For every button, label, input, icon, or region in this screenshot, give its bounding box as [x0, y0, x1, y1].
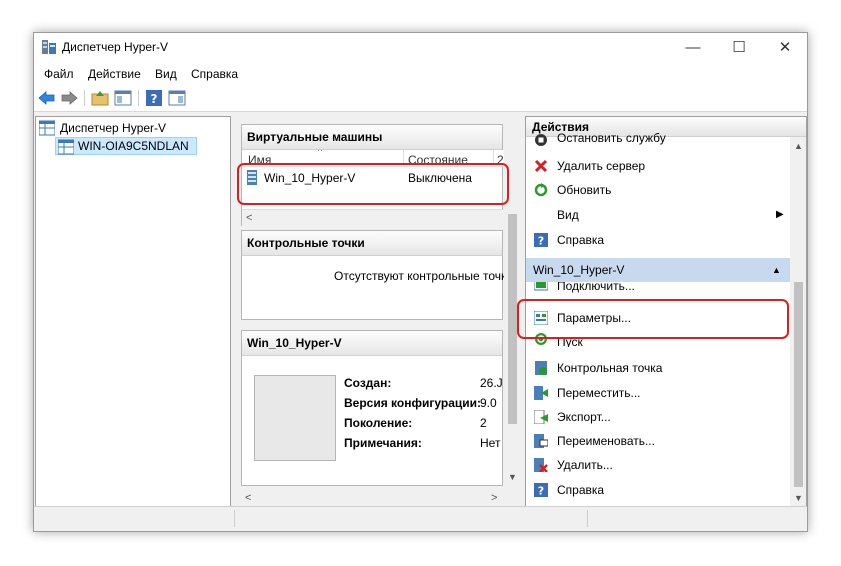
toolbar: ?	[34, 85, 807, 112]
delete-x-icon	[534, 159, 548, 173]
detail-value-created: 26.J	[480, 376, 503, 390]
hyperv-app-icon	[42, 40, 56, 54]
detail-key-config-version: Версия конфигурации:	[344, 396, 482, 410]
action-label: Переименовать...	[557, 434, 655, 448]
details-section-title: Win_10_Hyper-V	[242, 331, 502, 356]
detail-key-created: Создан:	[344, 376, 392, 390]
title-bar: Диспетчер Hyper-V — ☐ ✕	[34, 33, 807, 63]
action-help-server[interactable]: ? Справка	[526, 228, 791, 252]
action-label: Остановить службу	[557, 133, 666, 145]
svg-text:?: ?	[538, 235, 544, 248]
rename-icon	[534, 434, 548, 448]
refresh-icon	[534, 183, 548, 197]
action-label: Контрольная точка	[557, 361, 663, 375]
connect-icon	[534, 282, 548, 291]
menu-bar: Файл Действие Вид Справка	[34, 63, 807, 85]
submenu-arrow-icon: ▶	[776, 209, 784, 220]
center-horizontal-scrollbar[interactable]: < >	[241, 490, 503, 506]
hyperv-window: Диспетчер Hyper-V — ☐ ✕ Файл Действие Ви…	[33, 32, 808, 532]
action-label: Обновить	[557, 183, 612, 197]
action-stop-service[interactable]: Остановить службу	[526, 133, 791, 151]
action-label: Переместить...	[557, 386, 641, 400]
detail-key-notes: Примечания:	[344, 436, 422, 450]
close-button[interactable]: ✕	[762, 33, 808, 63]
vm-group-title: Win_10_Hyper-V	[533, 263, 625, 277]
folder-up-icon[interactable]	[91, 89, 109, 107]
action-checkpoint[interactable]: Контрольная точка	[526, 356, 791, 380]
action-delete-vm[interactable]: Удалить...	[526, 453, 791, 477]
action-delete-server[interactable]: Удалить сервер	[526, 154, 791, 178]
menu-file[interactable]: Файл	[44, 67, 74, 81]
tree-server-label: WIN-OIA9C5NDLAN	[78, 139, 189, 153]
actions-vertical-scrollbar[interactable]: ▲ ▼	[790, 137, 806, 508]
scroll-down-icon[interactable]: ▼	[508, 472, 517, 482]
export-icon	[534, 410, 548, 424]
center-scroll-thumb[interactable]	[508, 214, 517, 424]
action-rename[interactable]: Переименовать...	[526, 429, 791, 453]
action-move[interactable]: Переместить...	[526, 381, 791, 405]
scroll-left-icon[interactable]: <	[246, 212, 252, 224]
action-label: Экспорт...	[557, 410, 611, 424]
detail-key-generation: Поколение:	[344, 416, 413, 430]
vm-actions-group-header[interactable]: Win_10_Hyper-V ▲	[526, 258, 791, 282]
svg-text:?: ?	[538, 485, 544, 498]
detail-value-config-version: 9.0	[480, 396, 497, 410]
vm-row-highlight	[237, 163, 509, 205]
minimize-button[interactable]: —	[670, 33, 716, 63]
action-label: Справка	[557, 233, 605, 247]
action-view[interactable]: Вид ▶	[526, 203, 791, 227]
actions-scroll-thumb[interactable]	[794, 282, 803, 487]
navigation-tree-pane: Диспетчер Hyper-V WIN-OIA9C5NDLAN	[35, 116, 231, 509]
action-refresh[interactable]: Обновить	[526, 178, 791, 202]
action-export[interactable]: Экспорт...	[526, 405, 791, 429]
show-action-pane-icon[interactable]	[168, 89, 186, 107]
action-label: Вид	[557, 208, 579, 222]
checkpoints-empty-text: Отсутствуют контрольные точки	[334, 269, 513, 283]
show-tree-icon[interactable]	[114, 89, 132, 107]
delete-vm-icon	[534, 458, 548, 472]
sort-ascending-icon: ^	[318, 150, 323, 156]
detail-value-notes: Нет	[480, 436, 501, 450]
move-icon	[534, 386, 548, 400]
vm-horizontal-scrollbar[interactable]: <	[242, 209, 504, 226]
stop-service-icon	[535, 134, 547, 146]
svg-text:?: ?	[151, 92, 158, 106]
back-arrow-icon[interactable]	[38, 89, 56, 107]
menu-help[interactable]: Справка	[191, 67, 238, 81]
scroll-up-icon[interactable]: ▲	[794, 141, 803, 151]
checkpoints-section-title: Контрольные точки	[242, 231, 502, 256]
action-label: Справка	[557, 483, 605, 497]
help-icon: ?	[534, 233, 548, 247]
action-label: Удалить...	[557, 458, 613, 472]
vm-section-title: Виртуальные машины	[242, 125, 502, 150]
menu-action[interactable]: Действие	[88, 67, 141, 81]
scroll-right-icon[interactable]: >	[491, 492, 497, 504]
checkpoint-icon	[535, 361, 547, 375]
action-label: Удалить сервер	[557, 159, 646, 173]
help-icon: ?	[534, 483, 548, 497]
help-icon[interactable]: ?	[145, 89, 163, 107]
scroll-down-icon[interactable]: ▼	[794, 493, 803, 503]
detail-value-generation: 2	[480, 416, 487, 430]
settings-action-highlight	[517, 299, 789, 339]
menu-view[interactable]: Вид	[155, 67, 177, 81]
hyperv-manager-icon	[39, 120, 55, 136]
server-icon	[58, 139, 74, 155]
scroll-left-icon[interactable]: <	[245, 492, 251, 504]
collapse-icon[interactable]: ▲	[772, 258, 781, 282]
forward-arrow-icon[interactable]	[60, 89, 78, 107]
vm-thumbnail	[254, 375, 336, 461]
tree-root-label: Диспетчер Hyper-V	[60, 121, 167, 135]
status-bar	[34, 506, 807, 531]
action-help-vm[interactable]: ? Справка	[526, 478, 791, 502]
checkpoints-section: Контрольные точки Отсутствуют контрольны…	[241, 230, 513, 320]
action-label: Подключить...	[557, 282, 635, 293]
action-connect[interactable]: Подключить...	[526, 282, 791, 296]
vm-details-section: Win_10_Hyper-V Создан: 26.J Версия конфи…	[241, 330, 503, 486]
maximize-button[interactable]: ☐	[716, 33, 762, 63]
window-title: Диспетчер Hyper-V	[62, 40, 169, 54]
tree-server-item[interactable]: WIN-OIA9C5NDLAN	[55, 137, 197, 155]
